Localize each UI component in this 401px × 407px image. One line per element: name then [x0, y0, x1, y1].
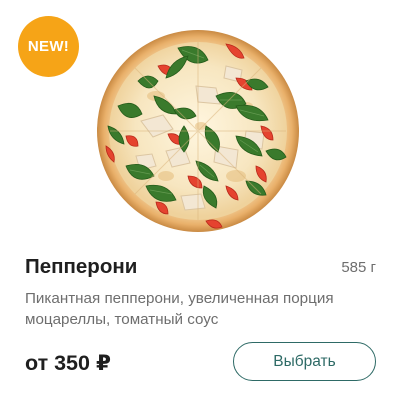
pizza-image[interactable] [96, 26, 300, 236]
new-badge: NEW! [18, 16, 79, 77]
product-card[interactable]: NEW! Пепперони 585 г Пикантная пепперони… [0, 0, 401, 407]
product-price: от 350 ₽ [25, 351, 111, 375]
product-title: Пепперони [25, 255, 138, 278]
new-badge-label: NEW! [27, 38, 70, 55]
product-weight: 585 г [341, 259, 376, 276]
product-description: Пикантная пепперони, увеличенная порция … [25, 290, 334, 328]
select-button[interactable]: Выбрать [233, 342, 376, 381]
